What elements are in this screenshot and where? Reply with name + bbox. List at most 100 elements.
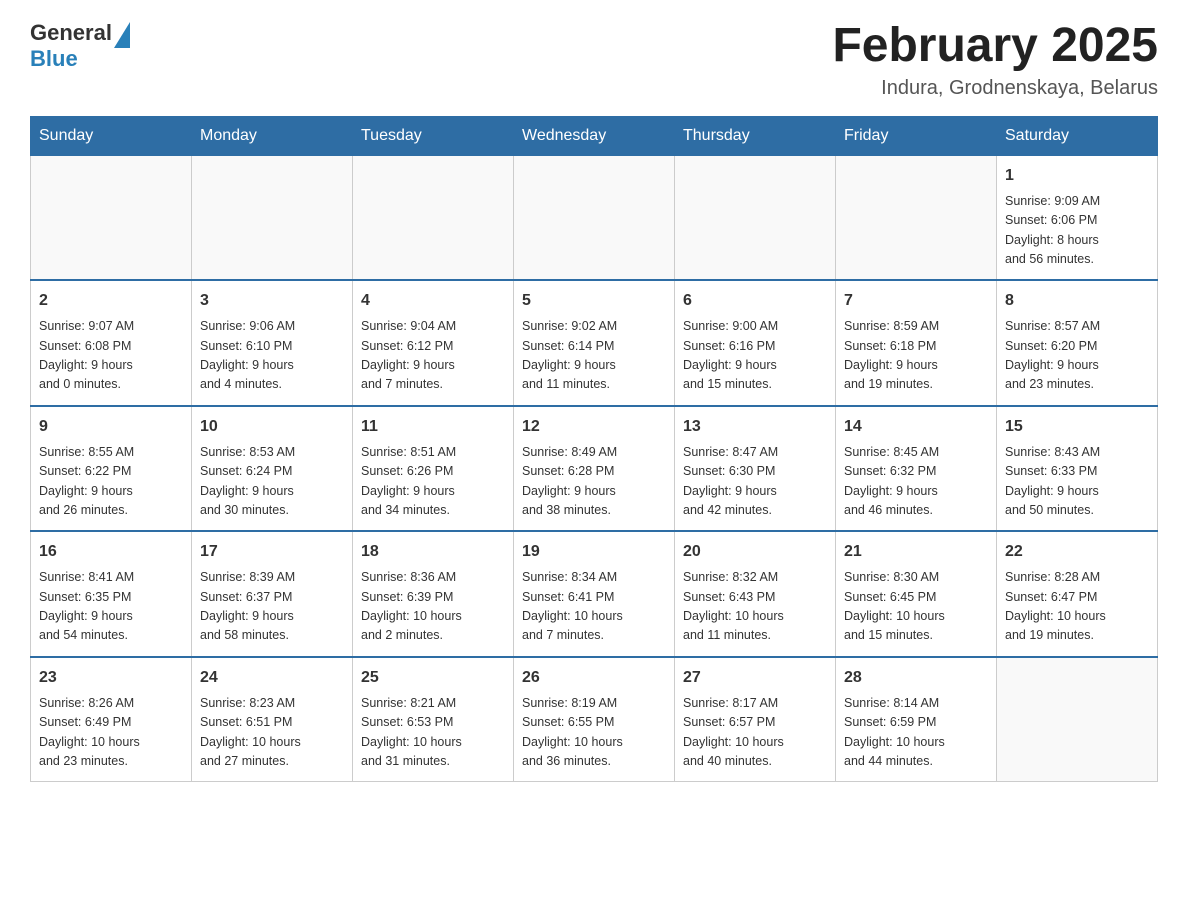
month-title: February 2025 [832, 20, 1158, 73]
day-number: 24 [200, 666, 344, 690]
calendar-day-cell: 4Sunrise: 9:04 AM Sunset: 6:12 PM Daylig… [353, 280, 514, 406]
calendar-day-cell: 24Sunrise: 8:23 AM Sunset: 6:51 PM Dayli… [192, 657, 353, 782]
day-number: 18 [361, 540, 505, 564]
day-number: 14 [844, 415, 988, 439]
day-info: Sunrise: 8:39 AM Sunset: 6:37 PM Dayligh… [200, 568, 344, 646]
calendar-day-cell: 16 Sunrise: 8:41 AM Sunset: 6:35 PM Dayli… [31, 531, 192, 657]
day-number: 8 [1005, 289, 1149, 313]
day-number: 2 [39, 289, 183, 313]
calendar-week-row: 16 Sunrise: 8:41 AM Sunset: 6:35 PM Dayli… [31, 531, 1158, 657]
day-number: 19 [522, 540, 666, 564]
calendar-day-cell: 28 Sunrise: 8:14 AM Sunset: 6:59 PM Dayli… [836, 657, 997, 782]
calendar-week-row: 23 Sunrise: 8:26 AM Sunset: 6:49 PM Dayli… [31, 657, 1158, 782]
calendar-day-cell: 6 Sunrise: 9:00 AM Sunset: 6:16 PM Daylig… [675, 280, 836, 406]
calendar-day-cell: 1 Sunrise: 9:09 AM Sunset: 6:06 PM Daylig… [997, 155, 1158, 280]
day-info: Sunrise: 8:32 AM Sunset: 6:43 PM Dayligh… [683, 568, 827, 646]
weekday-header-row: SundayMondayTuesdayWednesdayThursdayFrid… [31, 116, 1158, 155]
calendar-day-cell: 5 Sunrise: 9:02 AM Sunset: 6:14 PM Daylig… [514, 280, 675, 406]
day-info: Sunrise: 8:57 AM Sunset: 6:20 PM Dayligh… [1005, 317, 1149, 395]
day-number: 16 [39, 540, 183, 564]
day-number: 22 [1005, 540, 1149, 564]
calendar-day-cell [192, 155, 353, 280]
calendar-day-cell [31, 155, 192, 280]
weekday-header-tuesday: Tuesday [353, 116, 514, 155]
day-number: 15 [1005, 415, 1149, 439]
day-number: 27 [683, 666, 827, 690]
day-info: Sunrise: 8:34 AM Sunset: 6:41 PM Dayligh… [522, 568, 666, 646]
calendar-day-cell: 3 Sunrise: 9:06 AM Sunset: 6:10 PM Daylig… [192, 280, 353, 406]
calendar-day-cell: 18 Sunrise: 8:36 AM Sunset: 6:39 PM Dayli… [353, 531, 514, 657]
calendar-day-cell [353, 155, 514, 280]
day-info: Sunrise: 8:21 AM Sunset: 6:53 PM Dayligh… [361, 694, 505, 772]
day-number: 21 [844, 540, 988, 564]
calendar-day-cell: 2 Sunrise: 9:07 AM Sunset: 6:08 PM Daylig… [31, 280, 192, 406]
calendar-day-cell [997, 657, 1158, 782]
calendar-day-cell: 13Sunrise: 8:47 AM Sunset: 6:30 PM Dayli… [675, 406, 836, 532]
day-info: Sunrise: 9:02 AM Sunset: 6:14 PM Dayligh… [522, 317, 666, 395]
logo-triangle-icon [114, 22, 130, 48]
day-info: Sunrise: 9:06 AM Sunset: 6:10 PM Dayligh… [200, 317, 344, 395]
page-header: General Blue February 2025 Indura, Grodn… [30, 20, 1158, 100]
day-info: Sunrise: 9:04 AM Sunset: 6:12 PM Dayligh… [361, 317, 505, 395]
weekday-header-friday: Friday [836, 116, 997, 155]
logo-general-text: General [30, 20, 112, 46]
day-info: Sunrise: 8:53 AM Sunset: 6:24 PM Dayligh… [200, 443, 344, 521]
calendar-week-row: 1 Sunrise: 9:09 AM Sunset: 6:06 PM Daylig… [31, 155, 1158, 280]
calendar-day-cell: 15 Sunrise: 8:43 AM Sunset: 6:33 PM Dayli… [997, 406, 1158, 532]
day-number: 1 [1005, 164, 1149, 188]
day-info: Sunrise: 8:26 AM Sunset: 6:49 PM Dayligh… [39, 694, 183, 772]
calendar-week-row: 9Sunrise: 8:55 AM Sunset: 6:22 PM Daylig… [31, 406, 1158, 532]
calendar-week-row: 2 Sunrise: 9:07 AM Sunset: 6:08 PM Daylig… [31, 280, 1158, 406]
calendar-day-cell: 22 Sunrise: 8:28 AM Sunset: 6:47 PM Dayli… [997, 531, 1158, 657]
calendar-day-cell [514, 155, 675, 280]
calendar-table: SundayMondayTuesdayWednesdayThursdayFrid… [30, 116, 1158, 783]
day-info: Sunrise: 8:43 AM Sunset: 6:33 PM Dayligh… [1005, 443, 1149, 521]
day-info: Sunrise: 8:14 AM Sunset: 6:59 PM Dayligh… [844, 694, 988, 772]
calendar-day-cell: 23 Sunrise: 8:26 AM Sunset: 6:49 PM Dayli… [31, 657, 192, 782]
day-number: 28 [844, 666, 988, 690]
calendar-day-cell: 20 Sunrise: 8:32 AM Sunset: 6:43 PM Dayli… [675, 531, 836, 657]
calendar-day-cell: 26 Sunrise: 8:19 AM Sunset: 6:55 PM Dayli… [514, 657, 675, 782]
day-number: 25 [361, 666, 505, 690]
day-info: Sunrise: 8:28 AM Sunset: 6:47 PM Dayligh… [1005, 568, 1149, 646]
calendar-day-cell: 10Sunrise: 8:53 AM Sunset: 6:24 PM Dayli… [192, 406, 353, 532]
calendar-day-cell: 14 Sunrise: 8:45 AM Sunset: 6:32 PM Dayli… [836, 406, 997, 532]
day-number: 23 [39, 666, 183, 690]
day-info: Sunrise: 8:59 AM Sunset: 6:18 PM Dayligh… [844, 317, 988, 395]
weekday-header-monday: Monday [192, 116, 353, 155]
logo: General Blue [30, 20, 130, 72]
day-info: Sunrise: 8:51 AM Sunset: 6:26 PM Dayligh… [361, 443, 505, 521]
calendar-day-cell: 25 Sunrise: 8:21 AM Sunset: 6:53 PM Dayli… [353, 657, 514, 782]
calendar-day-cell: 12Sunrise: 8:49 AM Sunset: 6:28 PM Dayli… [514, 406, 675, 532]
calendar-day-cell [675, 155, 836, 280]
day-info: Sunrise: 8:55 AM Sunset: 6:22 PM Dayligh… [39, 443, 183, 521]
day-number: 7 [844, 289, 988, 313]
calendar-day-cell: 11 Sunrise: 8:51 AM Sunset: 6:26 PM Dayli… [353, 406, 514, 532]
day-number: 3 [200, 289, 344, 313]
day-info: Sunrise: 8:17 AM Sunset: 6:57 PM Dayligh… [683, 694, 827, 772]
day-number: 6 [683, 289, 827, 313]
title-block: February 2025 Indura, Grodnenskaya, Bela… [832, 20, 1158, 100]
weekday-header-wednesday: Wednesday [514, 116, 675, 155]
weekday-header-sunday: Sunday [31, 116, 192, 155]
location-subtitle: Indura, Grodnenskaya, Belarus [832, 77, 1158, 100]
day-info: Sunrise: 8:45 AM Sunset: 6:32 PM Dayligh… [844, 443, 988, 521]
logo-blue-text: Blue [30, 46, 78, 71]
day-info: Sunrise: 8:41 AM Sunset: 6:35 PM Dayligh… [39, 568, 183, 646]
day-number: 11 [361, 415, 505, 439]
calendar-day-cell: 27 Sunrise: 8:17 AM Sunset: 6:57 PM Dayli… [675, 657, 836, 782]
day-number: 5 [522, 289, 666, 313]
day-number: 20 [683, 540, 827, 564]
calendar-day-cell [836, 155, 997, 280]
day-info: Sunrise: 8:36 AM Sunset: 6:39 PM Dayligh… [361, 568, 505, 646]
day-info: Sunrise: 8:19 AM Sunset: 6:55 PM Dayligh… [522, 694, 666, 772]
day-info: Sunrise: 8:30 AM Sunset: 6:45 PM Dayligh… [844, 568, 988, 646]
day-info: Sunrise: 9:00 AM Sunset: 6:16 PM Dayligh… [683, 317, 827, 395]
day-number: 26 [522, 666, 666, 690]
day-info: Sunrise: 9:07 AM Sunset: 6:08 PM Dayligh… [39, 317, 183, 395]
weekday-header-saturday: Saturday [997, 116, 1158, 155]
calendar-day-cell: 19 Sunrise: 8:34 AM Sunset: 6:41 PM Dayli… [514, 531, 675, 657]
calendar-day-cell: 9Sunrise: 8:55 AM Sunset: 6:22 PM Daylig… [31, 406, 192, 532]
day-info: Sunrise: 8:49 AM Sunset: 6:28 PM Dayligh… [522, 443, 666, 521]
day-info: Sunrise: 9:09 AM Sunset: 6:06 PM Dayligh… [1005, 192, 1149, 270]
